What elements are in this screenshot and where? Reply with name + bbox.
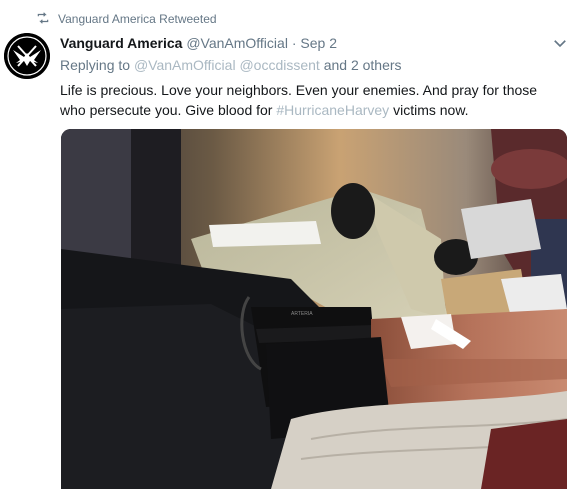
tweet-text: Life is precious. Love your neighbors. E… xyxy=(60,80,565,120)
reply-mention-occdissent[interactable]: @occdissent xyxy=(239,57,319,73)
display-name[interactable]: Vanguard America xyxy=(60,35,182,51)
tweet-photo[interactable]: ARTERIA xyxy=(61,129,567,489)
reply-others-link[interactable]: and 2 others xyxy=(324,57,402,73)
retweet-text: Vanguard America Retweeted xyxy=(58,12,217,26)
retweet-indicator[interactable]: Vanguard America Retweeted xyxy=(36,11,217,27)
blood-donation-photo: ARTERIA xyxy=(61,129,567,489)
separator-dot: · xyxy=(291,35,297,51)
reply-prefix: Replying to xyxy=(60,57,131,73)
retweet-icon xyxy=(36,11,50,28)
avatar[interactable] xyxy=(4,33,50,79)
tweet-text-part2: victims now. xyxy=(393,102,469,118)
hashtag-link[interactable]: #HurricaneHarvey xyxy=(276,102,389,118)
tweet-date[interactable]: Sep 2 xyxy=(300,35,337,51)
tweet-menu-button[interactable] xyxy=(551,34,569,52)
tweet-header: Vanguard America @VanAmOfficial · Sep 2 xyxy=(60,34,555,52)
reply-mention-vanamofficial[interactable]: @VanAmOfficial xyxy=(134,57,236,73)
eagle-logo-icon xyxy=(4,33,50,79)
chevron-down-icon xyxy=(554,40,566,48)
replying-to: Replying to @VanAmOfficial @occdissent a… xyxy=(60,56,402,74)
user-handle[interactable]: @VanAmOfficial xyxy=(186,35,288,51)
cuff-label: ARTERIA xyxy=(291,311,313,317)
